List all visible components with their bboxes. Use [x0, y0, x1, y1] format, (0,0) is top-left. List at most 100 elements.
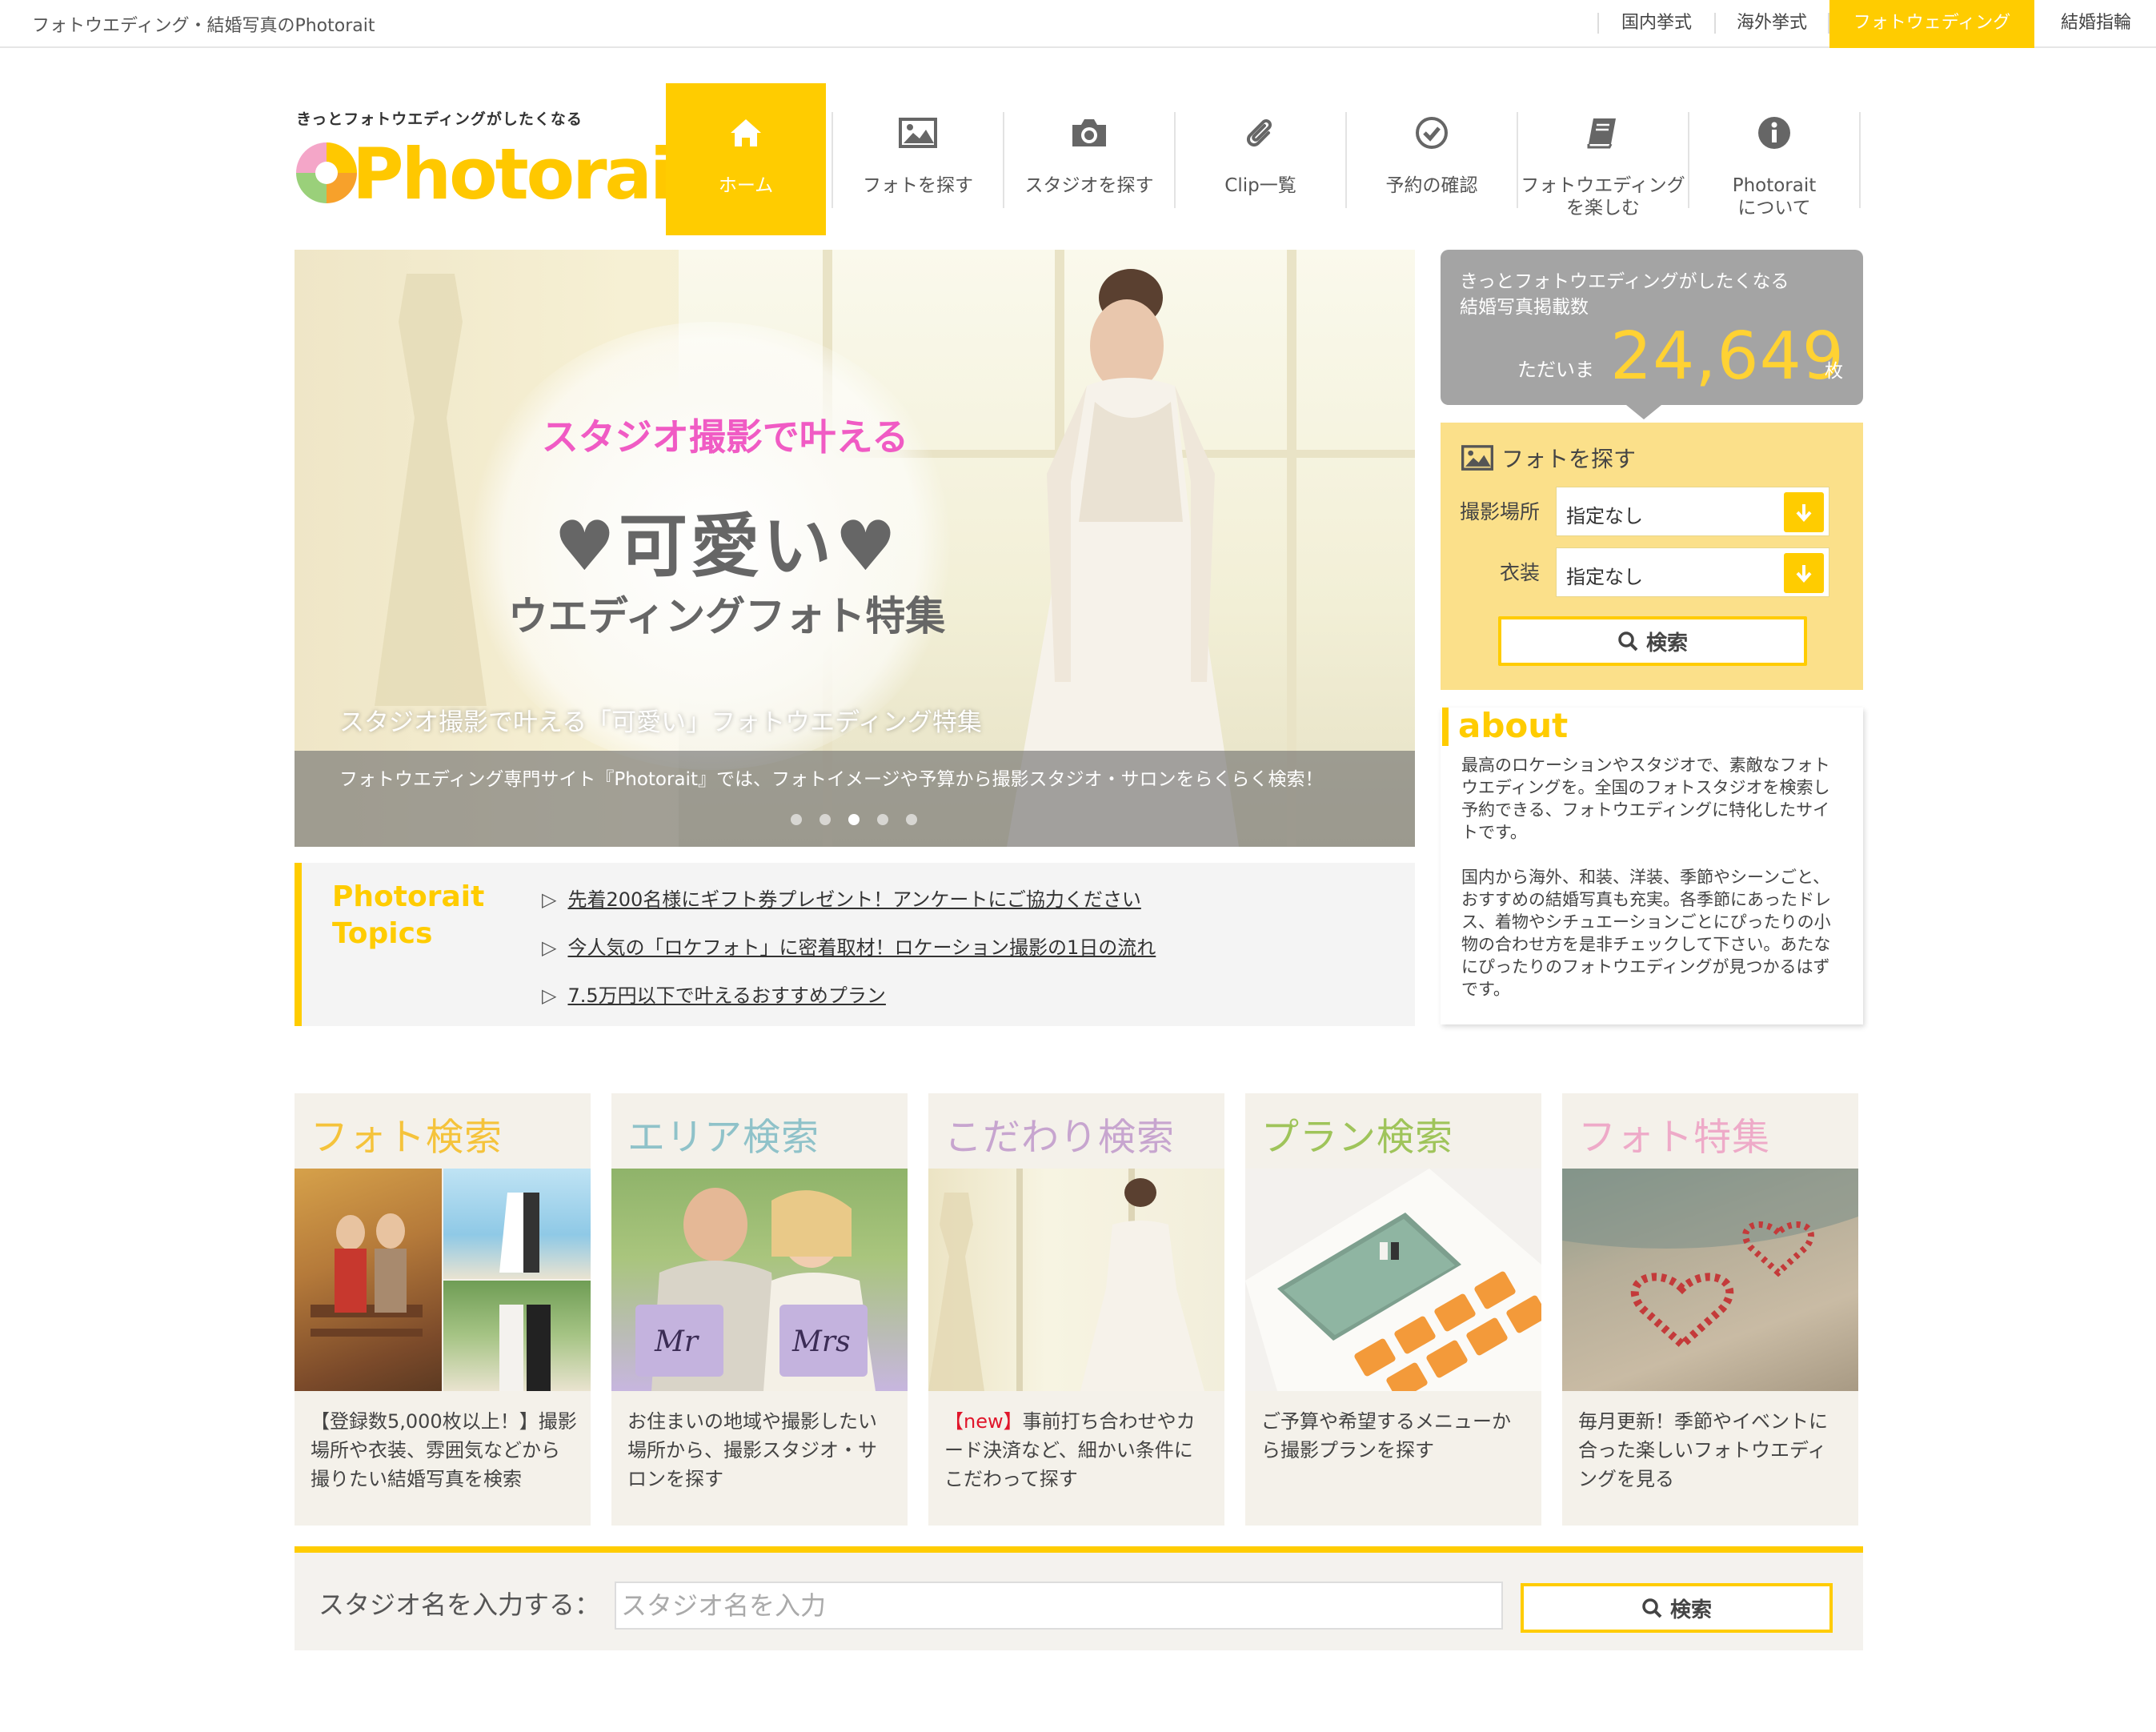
counter-unit: 枚 — [1825, 361, 1843, 382]
studio-search-button-label: 検索 — [1669, 1598, 1712, 1622]
search-icon — [1642, 1598, 1662, 1618]
hero-caption[interactable]: スタジオ撮影で叶える「可愛い」フォトウエディング特集 — [339, 702, 982, 738]
book-icon — [1517, 114, 1689, 152]
slider-dot[interactable] — [877, 814, 888, 825]
card-title: プラン検索 — [1261, 1116, 1453, 1160]
topic-text: 今人気の「ロケフォト」に密着取材！ロケーション撮影の1日の流れ — [567, 936, 1156, 959]
topic-link[interactable]: ▷ 先着200名様にギフト券プレゼント！アンケートにご協力ください — [542, 884, 1141, 912]
topic-link[interactable]: ▷ 今人気の「ロケフォト」に密着取材！ロケーション撮影の1日の流れ — [542, 932, 1156, 960]
card-photo-collage-image — [295, 1169, 591, 1391]
top-link-photo-wedding[interactable]: フォトウェディング — [1829, 0, 2034, 48]
arrow-down-icon — [1784, 492, 1824, 532]
topic-text: 7.5万円以下で叶えるおすすめプラン — [567, 984, 886, 1007]
card-description: 【new】事前打ち合わせやカード決済など、細かい条件にこだわって探す — [944, 1407, 1212, 1493]
card-title: こだわり検索 — [944, 1116, 1175, 1160]
triangle-right-icon: ▷ — [542, 888, 557, 911]
divider — [1714, 13, 1716, 34]
home-icon — [666, 114, 826, 152]
triangle-right-icon: ▷ — [542, 984, 557, 1007]
hero-title-line2: ♥可愛い♥ — [553, 507, 900, 587]
card-preference-search[interactable]: こだわり検索 【new】事前打ち合わせやカード決済など、細かい条件にこだわって探… — [928, 1093, 1224, 1526]
search-icon — [1618, 631, 1638, 652]
topics-box: Photorait Topics ▷ 先着200名様にギフト券プレゼント！アンケー… — [295, 863, 1415, 1026]
card-title: エリア検索 — [627, 1116, 820, 1160]
counter-now-label: ただいま — [1517, 359, 1594, 381]
top-link-domestic[interactable]: 国内挙式 — [1601, 0, 1713, 48]
image-icon — [1461, 445, 1493, 471]
topics-heading-line2: Topics — [332, 917, 433, 950]
image-icon — [832, 114, 1004, 152]
studio-name-input[interactable] — [615, 1582, 1503, 1630]
hero-description: フォトウエディング専門サイト『Photorait』では、フォトイメージや予算から… — [339, 769, 1324, 790]
location-select-value: 指定なし — [1566, 505, 1643, 527]
info-icon — [1689, 114, 1860, 152]
card-photo-feature[interactable]: フォト特集 毎月更新！季節やイベントに合った楽しいフォトウエディングを見る — [1562, 1093, 1858, 1526]
counter-pointer — [1626, 405, 1661, 419]
chair-sign-mr: Mr — [655, 1325, 699, 1358]
nav-reservation[interactable]: 予約の確認 — [1346, 83, 1517, 235]
nav-label: Photorait について — [1732, 175, 1817, 219]
card-title: フォト検索 — [311, 1116, 503, 1160]
studio-search-bar: スタジオ名を入力する： 検索 — [295, 1546, 1863, 1650]
about-accent-bar — [1442, 708, 1449, 746]
costume-label: 衣装 — [1500, 561, 1541, 584]
divider — [1597, 13, 1599, 34]
card-title: フォト特集 — [1578, 1116, 1770, 1160]
logo-tagline: きっとフォトウエディングがしたくなる — [296, 110, 583, 128]
photo-search-box: フォトを探す 撮影場所 指定なし 衣装 指定なし 検索 — [1441, 423, 1863, 690]
studio-search-button[interactable]: 検索 — [1521, 1583, 1833, 1633]
photo-search-button[interactable]: 検索 — [1498, 616, 1807, 666]
studio-search-label: スタジオ名を入力する： — [319, 1590, 601, 1620]
slider-dot[interactable] — [791, 814, 802, 825]
costume-select[interactable]: 指定なし — [1556, 547, 1829, 597]
card-couple-image: Mr Mrs — [611, 1169, 908, 1391]
nav-about[interactable]: Photorait について — [1689, 83, 1860, 235]
card-description: 【登録数5,000枚以上！】撮影場所や衣装、雰囲気などから撮りたい結婚写真を検索 — [311, 1410, 577, 1490]
slider-dot[interactable] — [820, 814, 831, 825]
card-plan-search[interactable]: プラン検索 ご予算や希望するメニューから撮影プランを探す — [1245, 1093, 1541, 1526]
hero-title-line3: ウエディングフォト特集 — [507, 593, 946, 639]
about-heading: about — [1458, 706, 1569, 745]
counter-number: 24,649 — [1610, 319, 1845, 395]
nav-label: スタジオを探す — [1024, 175, 1154, 196]
hero-slider[interactable]: スタジオ撮影で叶える ♥可愛い♥ ウエディングフォト特集 スタジオ撮影で叶える「… — [295, 250, 1415, 847]
top-link-overseas[interactable]: 海外挙式 — [1717, 0, 1826, 48]
topic-link[interactable]: ▷ 7.5万円以下で叶えるおすすめプラン — [542, 980, 886, 1008]
card-calculator-image — [1245, 1169, 1541, 1391]
costume-select-value: 指定なし — [1566, 566, 1643, 588]
check-circle-icon — [1346, 114, 1517, 152]
card-photo-search[interactable]: フォト検索 【登録数5,000枚以上！】撮影場所や衣装、雰囲気などから撮りたい結… — [295, 1093, 591, 1526]
slider-dot-active[interactable] — [848, 814, 860, 825]
arrow-down-icon — [1784, 553, 1824, 593]
card-description: お住まいの地域や撮影したい場所から、撮影スタジオ・サロンを探す — [627, 1410, 877, 1490]
divider — [1859, 112, 1861, 208]
nav-label: 予約の確認 — [1385, 175, 1478, 196]
top-bar: フォトウエディング・結婚写真のPhotorait 国内挙式 海外挙式 フォトウェ… — [0, 0, 2156, 48]
card-beach-hearts-image — [1562, 1169, 1858, 1391]
slider-dot[interactable] — [906, 814, 917, 825]
logo-wordmark[interactable]: Photorait — [352, 133, 705, 215]
triangle-right-icon: ▷ — [542, 936, 557, 959]
nav-label: Clip一覧 — [1224, 175, 1296, 196]
nav-find-photo[interactable]: フォトを探す — [832, 83, 1004, 235]
nav-home[interactable]: ホーム — [666, 83, 826, 235]
topics-heading: Photorait Topics — [332, 879, 484, 952]
top-link-rings[interactable]: 結婚指輪 — [2036, 0, 2156, 48]
new-badge: 【new】 — [944, 1410, 1023, 1433]
card-description: 毎月更新！季節やイベントに合った楽しいフォトウエディングを見る — [1578, 1410, 1828, 1490]
location-select[interactable]: 指定なし — [1556, 487, 1829, 536]
nav-label: フォトを探す — [863, 175, 973, 196]
logo-mark-icon[interactable] — [295, 141, 359, 205]
nav-find-studio[interactable]: スタジオを探す — [1004, 83, 1175, 235]
topic-text: 先着200名様にギフト券プレゼント！アンケートにご協力ください — [567, 888, 1141, 911]
counter-line1: きっとフォトウエディングがしたくなる — [1460, 271, 1789, 292]
site-tagline: フォトウエディング・結婚写真のPhotorait — [32, 16, 375, 36]
nav-enjoy[interactable]: フォトウエディング を楽しむ — [1517, 83, 1689, 235]
card-area-search[interactable]: エリア検索 Mr Mrs お住まいの地域や撮影したい場所から、撮影スタジオ・サロ… — [611, 1093, 908, 1526]
counter-line2: 結婚写真掲載数 — [1460, 297, 1589, 318]
nav-label: ホーム — [718, 175, 774, 196]
photo-counter: きっとフォトウエディングがしたくなる 結婚写真掲載数 ただいま 24,649 枚 — [1441, 250, 1863, 419]
nav-clip-list[interactable]: Clip一覧 — [1175, 83, 1346, 235]
nav-label: フォトウエディング を楽しむ — [1521, 175, 1685, 219]
paperclip-icon — [1175, 114, 1346, 152]
